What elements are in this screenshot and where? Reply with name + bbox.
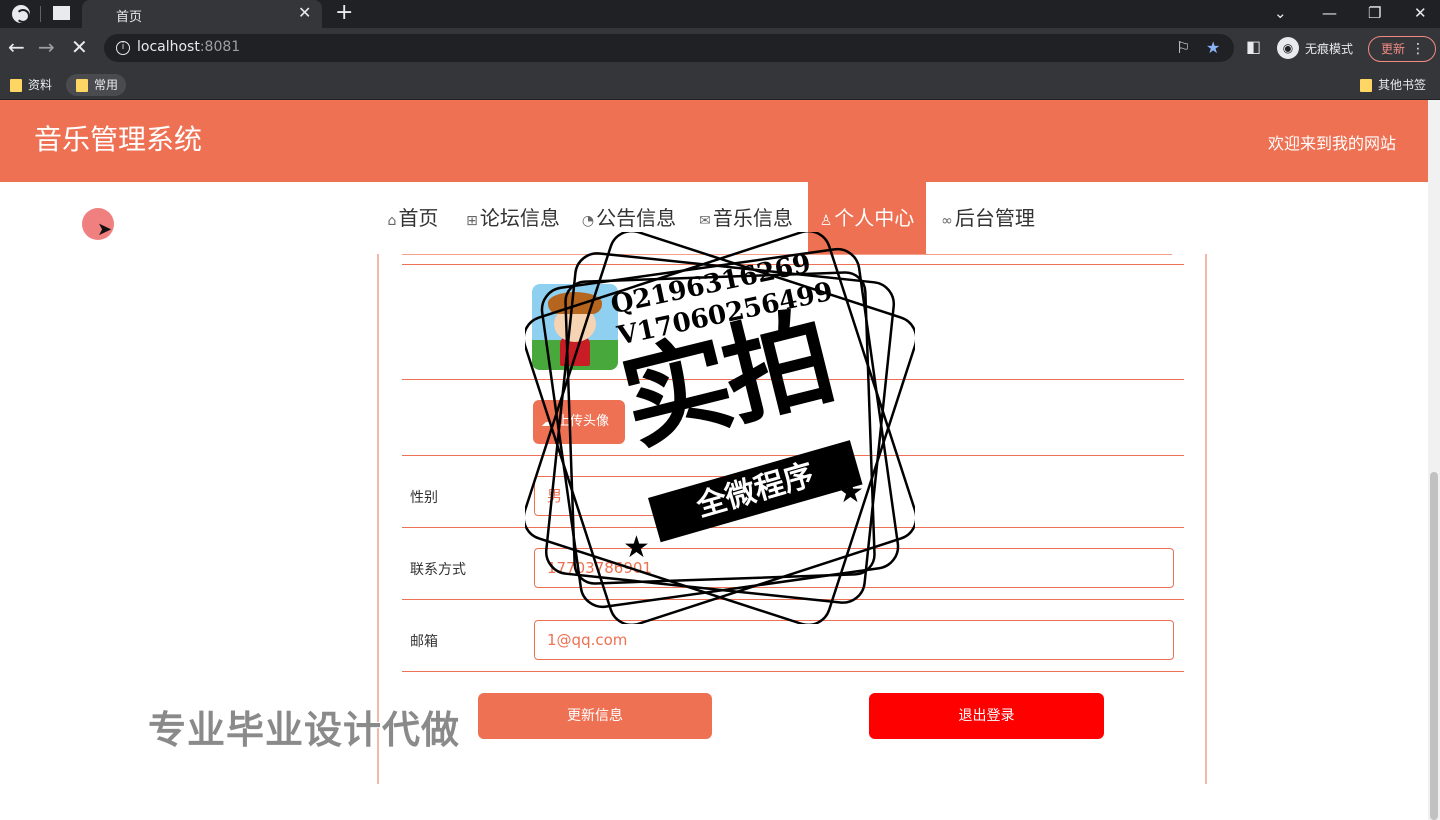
logout-button[interactable]: 退出登录 [869,693,1104,739]
folder-icon [1360,79,1372,92]
url-host: localhost [137,39,200,55]
avatar [532,284,618,370]
nav-label: 论坛信息 [479,206,560,230]
close-icon[interactable]: ✕ [298,4,311,22]
nav-item-home[interactable]: ⌂ 首页 [382,182,444,254]
nav-item-profile[interactable]: ♙ 个人中心 [808,182,926,254]
mouse-cursor-icon: ➤ [97,219,113,240]
upload-avatar-button[interactable]: ☁ 上传头像 [533,400,625,444]
site-welcome: 欢迎来到我的网站 [1267,134,1396,153]
main-nav: ⌂ 首页 ⊞ 论坛信息 ◔ 公告信息 ✉ 音乐信息 ♙ 个人中心 ∞ 后台管理 [0,182,1428,254]
contact-field[interactable]: 17703786901 [534,548,1174,588]
window-icon[interactable] [53,6,70,20]
update-button[interactable]: 更新 ⋮ [1368,36,1436,62]
bookmark-folder-changyong[interactable]: 常用 [66,74,127,96]
nav-label: 公告信息 [596,206,677,230]
bookmark-label: 常用 [94,78,119,92]
contact-value: 17703786901 [547,559,652,577]
star-icon[interactable]: ★ [1206,38,1220,58]
chevron-down-icon[interactable]: ⌄ [1274,3,1287,23]
email-label: 邮箱 [410,634,438,650]
address-bar[interactable]: i localhost:8081 ⚐ ★ [104,34,1234,62]
blocked-popup-icon[interactable]: ⚐ [1176,38,1190,58]
nav-label: 首页 [398,206,439,230]
browser-tab-bar: 首页 ✕ + ⌄ — ❐ ✕ [0,0,1440,28]
email-field[interactable]: 1@qq.com [534,620,1174,660]
gauge-icon: ◔ [581,213,595,229]
nav-label: 音乐信息 [712,206,793,230]
nav-item-forum[interactable]: ⊞ 论坛信息 [462,182,564,254]
menu-dots-icon[interactable]: ⋮ [1411,37,1425,61]
site-header: 音乐管理系统 欢迎来到我的网站 [0,100,1428,182]
incognito-icon[interactable]: ◉ [1277,37,1299,59]
minimize-icon[interactable]: — [1322,3,1337,23]
side-panel-icon[interactable]: ◧ [1246,37,1261,57]
user-icon: ♙ [819,213,833,229]
profile-label[interactable]: 无痕模式 [1305,40,1353,57]
restore-icon[interactable]: ❐ [1368,3,1381,23]
bookmarks-bar: 资料 常用 其他书签 [0,68,1440,100]
other-bookmarks-label: 其他书签 [1378,78,1427,92]
new-tab-icon[interactable]: + [335,1,353,25]
site-info-icon[interactable]: i [116,41,130,55]
contact-label: 联系方式 [410,562,466,578]
bookmark-label: 资料 [28,78,53,92]
cloud-upload-icon: ☁ [541,415,553,429]
nav-label: 后台管理 [954,206,1035,230]
email-value: 1@qq.com [547,631,628,649]
url-port: :8081 [199,39,241,55]
update-info-button[interactable]: 更新信息 [478,693,712,739]
folder-icon [10,79,22,92]
divider [402,527,1184,528]
mail-icon: ✉ [699,213,711,229]
globe-icon[interactable] [12,5,30,23]
nav-item-notice[interactable]: ◔ 公告信息 [578,182,680,254]
gender-value: 男 [547,487,563,505]
page-scrollbar[interactable] [1428,100,1440,820]
link-icon: ∞ [941,213,953,229]
bookmark-folder-ziliao[interactable]: 资料 [0,74,60,96]
tab-separator [40,6,41,22]
watermark-bottom-text: 专业毕业设计代做 [148,708,461,752]
gender-label: 性别 [410,490,438,506]
folder-icon [76,79,88,92]
gift-icon: ⊞ [466,213,478,229]
url-text[interactable]: localhost:8081 [137,39,240,55]
forward-icon[interactable]: → [38,36,55,58]
divider [402,671,1184,672]
upload-label: 上传头像 [557,414,610,429]
browser-toolbar: ← → ✕ i localhost:8081 ⚐ ★ ◧ ◉ 无痕模式 更新 ⋮ [0,28,1440,68]
stop-loading-icon[interactable]: ✕ [71,36,88,58]
site-title: 音乐管理系统 [34,123,203,156]
divider [402,599,1184,600]
browser-tab-title: 首页 [116,10,143,25]
nav-item-admin[interactable]: ∞ 后台管理 [936,182,1040,254]
scrollbar-thumb[interactable] [1430,472,1438,820]
home-icon: ⌂ [387,213,397,229]
nav-item-music[interactable]: ✉ 音乐信息 [695,182,797,254]
update-label: 更新 [1381,42,1406,56]
other-bookmarks[interactable]: 其他书签 [1350,74,1434,96]
nav-label: 个人中心 [834,206,915,230]
back-icon[interactable]: ← [8,36,25,58]
window-close-icon[interactable]: ✕ [1414,3,1427,23]
